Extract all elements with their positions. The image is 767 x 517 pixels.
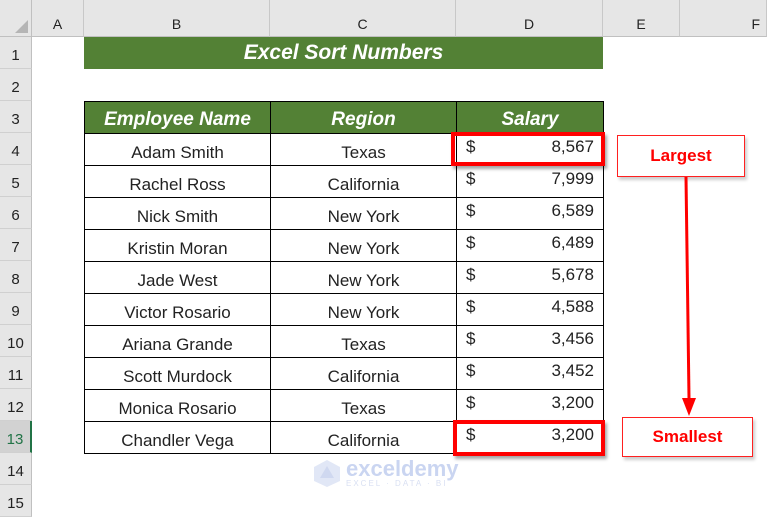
currency-symbol: $ xyxy=(466,200,476,220)
smallest-highlight-box xyxy=(453,420,605,456)
cell-employee-name[interactable]: Nick Smith xyxy=(84,197,271,230)
cell-region[interactable]: New York xyxy=(270,261,457,294)
cell-employee-name[interactable]: Adam Smith xyxy=(84,133,271,166)
column-header-e[interactable]: E xyxy=(603,0,680,37)
salary-value: 6,489 xyxy=(551,232,594,252)
row-header-14[interactable]: 14 xyxy=(0,453,32,485)
table-row: Rachel Ross California $7,999 xyxy=(84,165,604,198)
largest-callout: Largest xyxy=(617,135,745,177)
watermark-tagline: EXCEL · DATA · BI xyxy=(346,478,448,488)
salary-value: 7,999 xyxy=(551,168,594,188)
row-header-10[interactable]: 10 xyxy=(0,325,32,357)
row-header-15[interactable]: 15 xyxy=(0,485,32,517)
watermark: exceldemy EXCEL · DATA · BI xyxy=(312,455,459,488)
exceldemy-logo-icon xyxy=(314,460,340,487)
row-header-6[interactable]: 6 xyxy=(0,197,32,229)
table-row: Monica Rosario Texas $3,200 xyxy=(84,389,604,422)
column-header-c[interactable]: C xyxy=(270,0,456,37)
cell-region[interactable]: New York xyxy=(270,293,457,326)
select-all-corner[interactable] xyxy=(0,0,32,37)
cell-employee-name[interactable]: Ariana Grande xyxy=(84,325,271,358)
watermark-brand: exceldemy xyxy=(346,455,459,481)
row-header-9[interactable]: 9 xyxy=(0,293,32,325)
salary-value: 3,456 xyxy=(551,328,594,348)
salary-value: 6,589 xyxy=(551,200,594,220)
cell-region[interactable]: California xyxy=(270,421,457,454)
table-row: Jade West New York $5,678 xyxy=(84,261,604,294)
cell-region[interactable]: California xyxy=(270,357,457,390)
cell-employee-name[interactable]: Jade West xyxy=(84,261,271,294)
currency-symbol: $ xyxy=(466,264,476,284)
row-header-12[interactable]: 12 xyxy=(0,389,32,421)
currency-symbol: $ xyxy=(466,392,476,412)
currency-symbol: $ xyxy=(466,168,476,188)
cell-region[interactable]: New York xyxy=(270,229,457,262)
table-row: Scott Murdock California $3,452 xyxy=(84,357,604,390)
cell-region[interactable]: California xyxy=(270,165,457,198)
currency-symbol: $ xyxy=(466,296,476,316)
smallest-callout: Smallest xyxy=(622,417,753,457)
cell-salary[interactable]: $3,456 xyxy=(456,325,604,358)
header-employee-name[interactable]: Employee Name xyxy=(84,101,271,134)
table-row: Victor Rosario New York $4,588 xyxy=(84,293,604,326)
row-header-13[interactable]: 13 xyxy=(0,421,32,453)
column-header-b[interactable]: B xyxy=(84,0,270,37)
row-header-11[interactable]: 11 xyxy=(0,357,32,389)
cell-employee-name[interactable]: Rachel Ross xyxy=(84,165,271,198)
cell-salary[interactable]: $6,489 xyxy=(456,229,604,262)
largest-highlight-box xyxy=(451,132,605,166)
table-row: Kristin Moran New York $6,489 xyxy=(84,229,604,262)
row-header-4[interactable]: 4 xyxy=(0,133,32,165)
cell-salary[interactable]: $3,200 xyxy=(456,389,604,422)
row-header-3[interactable]: 3 xyxy=(0,101,32,133)
cell-salary[interactable]: $5,678 xyxy=(456,261,604,294)
row-header-2[interactable]: 2 xyxy=(0,69,32,101)
salary-value: 3,200 xyxy=(551,392,594,412)
header-salary[interactable]: Salary xyxy=(456,101,604,134)
cell-salary[interactable]: $6,589 xyxy=(456,197,604,230)
currency-symbol: $ xyxy=(466,328,476,348)
salary-value: 4,588 xyxy=(551,296,594,316)
cell-employee-name[interactable]: Kristin Moran xyxy=(84,229,271,262)
cell-region[interactable]: New York xyxy=(270,197,457,230)
cell-region[interactable]: Texas xyxy=(270,325,457,358)
currency-symbol: $ xyxy=(466,360,476,380)
row-header-8[interactable]: 8 xyxy=(0,261,32,293)
cell-employee-name[interactable]: Chandler Vega xyxy=(84,421,271,454)
salary-value: 5,678 xyxy=(551,264,594,284)
currency-symbol: $ xyxy=(466,232,476,252)
row-header-5[interactable]: 5 xyxy=(0,165,32,197)
cell-region[interactable]: Texas xyxy=(270,133,457,166)
table-header-row: Employee Name Region Salary xyxy=(84,101,604,134)
table-row: Nick Smith New York $6,589 xyxy=(84,197,604,230)
cell-salary[interactable]: $4,588 xyxy=(456,293,604,326)
column-header-a[interactable]: A xyxy=(32,0,84,37)
sheet-title: Excel Sort Numbers xyxy=(84,37,603,69)
cell-salary[interactable]: $3,452 xyxy=(456,357,604,390)
cell-employee-name[interactable]: Victor Rosario xyxy=(84,293,271,326)
cell-employee-name[interactable]: Monica Rosario xyxy=(84,389,271,422)
cell-employee-name[interactable]: Scott Murdock xyxy=(84,357,271,390)
down-arrow-icon xyxy=(682,176,696,416)
salary-value: 3,452 xyxy=(551,360,594,380)
row-header-1[interactable]: 1 xyxy=(0,37,32,69)
cell-region[interactable]: Texas xyxy=(270,389,457,422)
header-region[interactable]: Region xyxy=(270,101,457,134)
column-header-d[interactable]: D xyxy=(456,0,603,37)
cell-salary[interactable]: $7,999 xyxy=(456,165,604,198)
row-header-7[interactable]: 7 xyxy=(0,229,32,261)
column-header-f[interactable]: F xyxy=(680,0,767,37)
table-row: Ariana Grande Texas $3,456 xyxy=(84,325,604,358)
